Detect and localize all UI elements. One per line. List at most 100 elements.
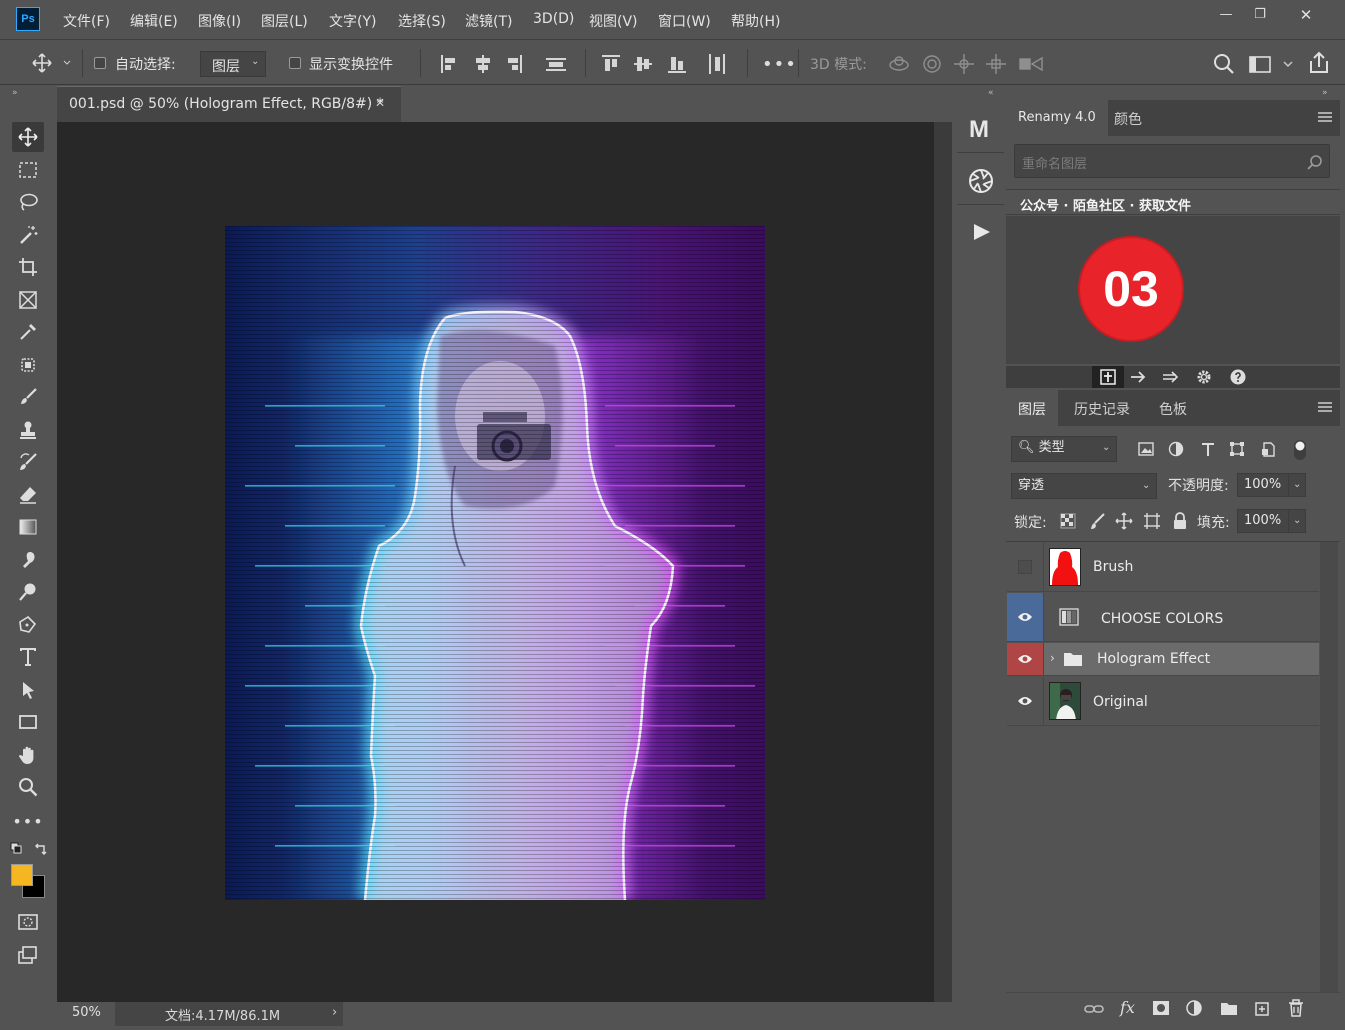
rectangle-tool-icon[interactable] xyxy=(12,707,44,737)
panel-menu-icon[interactable] xyxy=(1318,402,1332,414)
mask-icon[interactable] xyxy=(1152,1000,1170,1016)
marquee-tool-icon[interactable] xyxy=(12,155,44,185)
layer-visibility-toggle[interactable] xyxy=(1007,677,1044,725)
fx-icon[interactable]: fx xyxy=(1120,998,1135,1017)
menu-edit[interactable]: 编辑(E) xyxy=(130,11,178,31)
quick-mask-icon[interactable] xyxy=(12,907,44,937)
pen-tool-icon[interactable] xyxy=(12,610,44,640)
link-icon[interactable] xyxy=(1084,1002,1104,1016)
blend-mode-dropdown[interactable]: 穿透 ⌄ xyxy=(1011,473,1157,499)
auto-select-target-dropdown[interactable]: 图层 ⌄ xyxy=(200,51,266,77)
play-actions-icon[interactable] xyxy=(972,222,992,242)
show-transform-checkbox[interactable] xyxy=(289,57,301,69)
eyedropper-tool-icon[interactable] xyxy=(12,317,44,347)
spot-healing-tool-icon[interactable] xyxy=(12,350,44,380)
layer-visibility-toggle[interactable] xyxy=(1007,643,1044,675)
menu-window[interactable]: 窗口(W) xyxy=(658,11,711,31)
menu-layer[interactable]: 图层(L) xyxy=(261,11,308,31)
history-brush-tool-icon[interactable] xyxy=(12,447,44,477)
edit-toolbar-icon[interactable]: ••• xyxy=(12,806,44,836)
lasso-tool-icon[interactable] xyxy=(12,187,44,217)
dodge-tool-icon[interactable] xyxy=(12,577,44,607)
fill-input[interactable]: 100% xyxy=(1237,509,1289,533)
layer-row-hologram-effect[interactable]: › Hologram Effect xyxy=(1007,643,1319,676)
layer-visibility-toggle[interactable] xyxy=(1007,593,1044,641)
rename-action-icon[interactable] xyxy=(1092,366,1124,388)
magic-wand-tool-icon[interactable] xyxy=(12,220,44,250)
frame-tool-icon[interactable] xyxy=(12,285,44,315)
search-icon[interactable] xyxy=(1213,53,1235,75)
close-button[interactable]: ✕ xyxy=(1290,4,1322,26)
help-icon[interactable] xyxy=(1230,369,1246,385)
collapse-panels-icon[interactable]: « xyxy=(988,88,994,98)
trash-icon[interactable] xyxy=(1288,999,1304,1017)
new-layer-icon[interactable] xyxy=(1254,1000,1270,1016)
filter-icons xyxy=(1138,440,1308,460)
menu-filter[interactable]: 滤镜(T) xyxy=(465,11,512,31)
settings-gear-icon[interactable] xyxy=(1196,369,1212,385)
aperture-icon[interactable] xyxy=(968,168,994,194)
menu-3d[interactable]: 3D(D) xyxy=(533,11,574,27)
eraser-tool-icon[interactable] xyxy=(12,480,44,510)
layer-row-choose-colors[interactable]: CHOOSE COLORS xyxy=(1007,593,1319,642)
more-options-icon[interactable]: ••• xyxy=(762,54,797,75)
menu-view[interactable]: 视图(V) xyxy=(589,11,638,31)
minimize-button[interactable]: — xyxy=(1210,4,1242,26)
zoom-tool-icon[interactable] xyxy=(12,772,44,802)
crop-tool-icon[interactable] xyxy=(12,252,44,282)
vertical-scrollbar[interactable] xyxy=(934,122,952,1002)
opacity-input[interactable]: 100% xyxy=(1237,473,1289,497)
tab-history[interactable]: 历史记录 xyxy=(1062,390,1142,426)
layer-filter-dropdown[interactable]: 🔍︎ 类型 ⌄ xyxy=(1011,436,1117,462)
tab-swatches[interactable]: 色板 xyxy=(1147,390,1199,426)
tab-color[interactable]: 颜色 xyxy=(1102,100,1154,136)
blur-tool-icon[interactable] xyxy=(12,545,44,575)
move-tool-icon[interactable] xyxy=(12,122,44,152)
document-tab[interactable]: 001.psd @ 50% (Hologram Effect, RGB/8#) … xyxy=(57,86,401,122)
workspace-icon[interactable] xyxy=(1249,54,1297,74)
document-canvas-image[interactable] xyxy=(225,226,765,900)
stamp-tool-icon[interactable] xyxy=(12,415,44,445)
zoom-level[interactable]: 50% xyxy=(72,1005,101,1020)
auto-select-checkbox[interactable] xyxy=(94,57,106,69)
double-arrow-icon[interactable] xyxy=(1162,369,1180,385)
menu-help[interactable]: 帮助(H) xyxy=(731,11,780,31)
hand-tool-icon[interactable] xyxy=(12,740,44,770)
adjustment-icon[interactable] xyxy=(1186,1000,1204,1018)
fill-dropdown[interactable]: ⌄ xyxy=(1288,509,1306,533)
search-icon[interactable] xyxy=(1307,154,1323,170)
expand-panels-icon[interactable]: » xyxy=(1322,88,1328,98)
folder-icon[interactable] xyxy=(1220,1001,1238,1016)
type-tool-icon[interactable] xyxy=(12,642,44,672)
brush-tool-icon[interactable] xyxy=(12,382,44,412)
panel-menu-icon[interactable] xyxy=(1318,112,1332,124)
photoshop-logo[interactable]: Ps xyxy=(16,7,40,31)
screen-mode-icon[interactable] xyxy=(12,940,44,970)
move-tool-preset-icon[interactable] xyxy=(32,53,72,73)
layer-visibility-toggle[interactable] xyxy=(1007,542,1044,591)
share-icon[interactable] xyxy=(1307,51,1331,75)
rename-search-input[interactable]: 重命名图层 xyxy=(1014,144,1330,178)
close-tab-icon[interactable]: ✕ xyxy=(375,96,385,110)
opacity-dropdown[interactable]: ⌄ xyxy=(1288,473,1306,497)
tab-renamy[interactable]: Renamy 4.0 xyxy=(1006,100,1108,136)
gradient-tool-icon[interactable] xyxy=(12,512,44,542)
swap-colors-icon[interactable] xyxy=(10,842,50,856)
align-left-icon xyxy=(441,55,455,73)
expand-toolbar-icon[interactable]: » xyxy=(12,88,18,98)
arrow-right-icon[interactable] xyxy=(1129,369,1147,385)
status-menu-chevron-icon[interactable]: › xyxy=(332,1005,337,1020)
foreground-color-swatch[interactable] xyxy=(11,864,33,886)
menu-image[interactable]: 图像(I) xyxy=(198,11,241,31)
path-selection-tool-icon[interactable] xyxy=(12,675,44,705)
restore-button[interactable]: ❐ xyxy=(1244,4,1276,26)
menu-select[interactable]: 选择(S) xyxy=(398,11,446,31)
group-expand-chevron-icon[interactable]: › xyxy=(1050,651,1055,665)
tab-layers[interactable]: 图层 xyxy=(1006,390,1058,426)
layer-row-original[interactable]: Original xyxy=(1007,677,1319,726)
layers-scrollbar[interactable] xyxy=(1320,542,1338,992)
menu-file[interactable]: 文件(F) xyxy=(63,11,110,31)
m-plugin-icon[interactable]: M xyxy=(969,116,989,144)
menu-type[interactable]: 文字(Y) xyxy=(329,11,376,31)
layer-row-brush[interactable]: Brush xyxy=(1007,542,1319,592)
